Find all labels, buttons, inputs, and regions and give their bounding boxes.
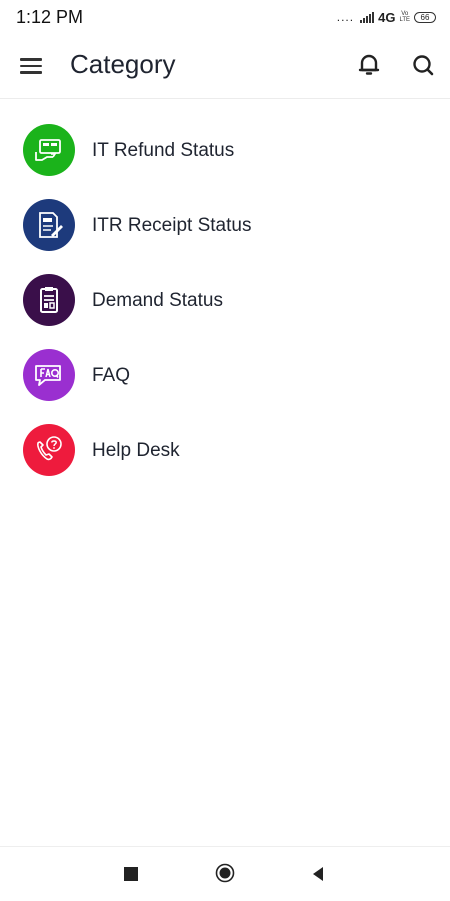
volte-bottom: LTE (399, 17, 410, 23)
status-indicators: .... 4G Vo LTE 66 (337, 8, 436, 26)
faq-icon (23, 349, 75, 401)
search-icon[interactable] (410, 52, 436, 78)
home-icon[interactable] (215, 863, 235, 883)
category-list: IT Refund Status ITR Receipt Status Dema… (0, 112, 450, 487)
receipt-icon (23, 199, 75, 251)
battery-icon: 66 (414, 11, 436, 23)
recent-apps-icon[interactable] (124, 867, 138, 881)
battery-level: 66 (420, 12, 430, 22)
list-item-label: Help Desk (92, 440, 180, 461)
list-item-label: FAQ (92, 365, 131, 386)
list-item[interactable]: Demand Status (0, 262, 450, 337)
list-item-label: IT Refund Status (92, 140, 235, 161)
demand-icon (23, 274, 75, 326)
menu-icon[interactable] (20, 54, 44, 78)
help-desk-icon (23, 424, 75, 476)
back-icon[interactable] (310, 865, 326, 883)
system-nav-bar (0, 846, 450, 901)
list-item-label: Demand Status (92, 290, 223, 311)
refund-icon (23, 124, 75, 176)
list-item[interactable]: ITR Receipt Status (0, 187, 450, 262)
page-title: Category (70, 49, 176, 79)
list-item[interactable]: Help Desk (0, 412, 450, 487)
bell-icon[interactable] (356, 52, 382, 78)
network-type: 4G (378, 9, 396, 25)
status-time: 1:12 PM (16, 7, 84, 27)
status-bar: 1:12 PM .... 4G Vo LTE 66 (0, 0, 450, 34)
list-item[interactable]: IT Refund Status (0, 112, 450, 187)
list-item[interactable]: FAQ (0, 337, 450, 412)
app-bar: Category (0, 34, 450, 99)
notification-dots: .... (336, 10, 355, 24)
volte-icon: Vo LTE (399, 11, 410, 23)
list-item-label: ITR Receipt Status (92, 215, 252, 236)
signal-icon (360, 11, 375, 23)
